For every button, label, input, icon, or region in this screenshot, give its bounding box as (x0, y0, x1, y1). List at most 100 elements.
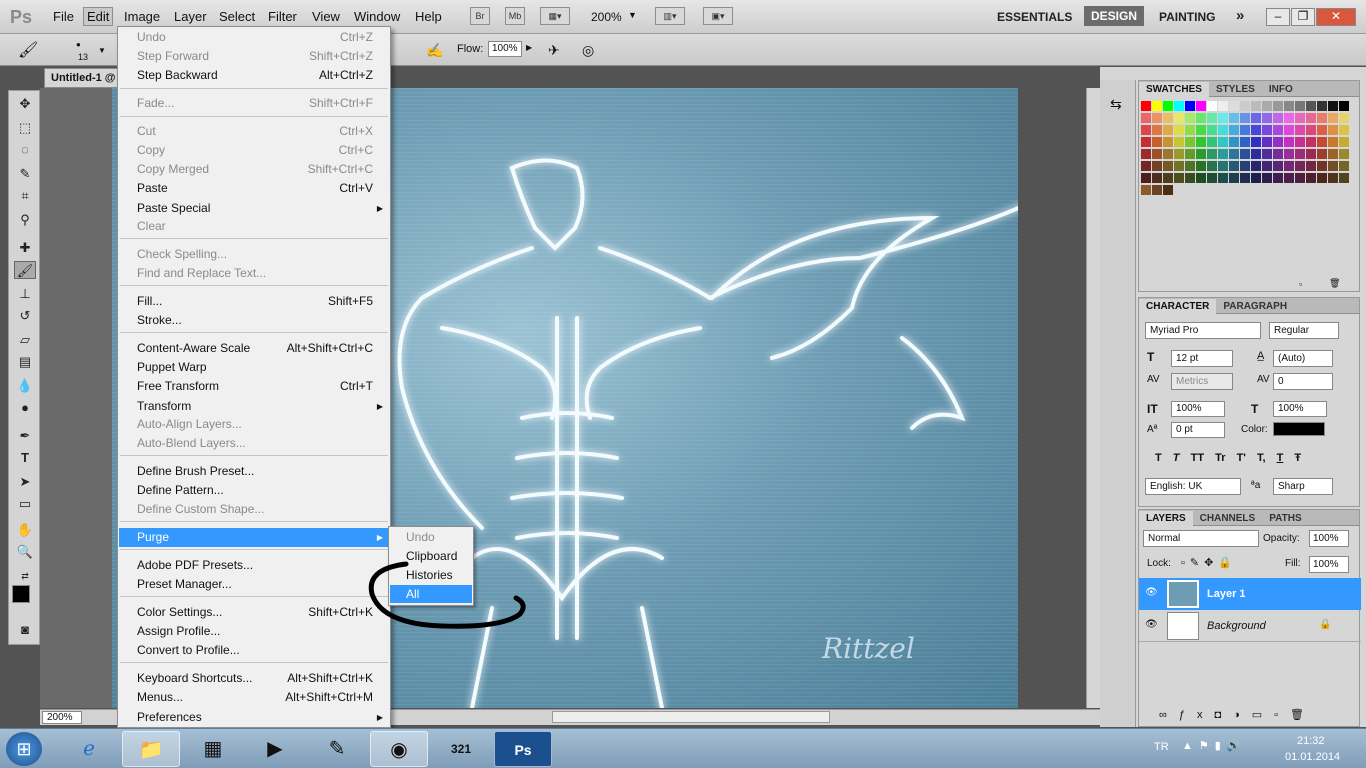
color-swatch[interactable] (1295, 173, 1305, 183)
tablet-pressure-icon[interactable]: ◎ (582, 42, 594, 59)
document-tab[interactable]: Untitled-1 @ 200% (Layer 1, RGB/8) (44, 68, 120, 88)
tab-paragraph[interactable]: PARAGRAPH (1216, 299, 1294, 314)
menu-item-define-pattern[interactable]: Define Pattern... (119, 481, 389, 500)
color-swatch[interactable] (1163, 113, 1173, 123)
color-swatch[interactable] (1218, 137, 1228, 147)
color-swatch[interactable] (1273, 161, 1283, 171)
color-swatch[interactable] (1174, 161, 1184, 171)
color-swatch[interactable] (1141, 149, 1151, 159)
color-swatch[interactable] (1141, 173, 1151, 183)
brush-size[interactable]: 13 (78, 52, 88, 62)
color-swatch[interactable] (1306, 125, 1316, 135)
color-swatch[interactable] (1262, 161, 1272, 171)
color-swatch[interactable] (1207, 113, 1217, 123)
color-swatch[interactable] (1317, 113, 1327, 123)
color-swatch[interactable] (1174, 137, 1184, 147)
close-button[interactable]: ✕ (1316, 8, 1356, 26)
color-swatch[interactable] (1339, 113, 1349, 123)
menu-layer[interactable]: Layer (174, 9, 207, 24)
color-swatch[interactable] (1328, 149, 1338, 159)
color-swatch[interactable] (1240, 113, 1250, 123)
color-swatch[interactable] (1306, 149, 1316, 159)
strikethrough-button[interactable]: Ŧ (1294, 452, 1301, 464)
color-swatch[interactable] (1339, 101, 1349, 111)
brush-tool-preset-icon[interactable]: 🖌 (18, 40, 38, 60)
font-size-input[interactable]: 12 pt (1171, 350, 1233, 367)
color-swatch[interactable] (1317, 149, 1327, 159)
color-swatch[interactable] (1229, 125, 1239, 135)
color-swatch[interactable] (1141, 113, 1151, 123)
minimize-button[interactable]: – (1266, 8, 1290, 26)
tab-info[interactable]: INFO (1262, 82, 1300, 97)
delete-swatch-icon[interactable]: 🗑 (1329, 278, 1340, 289)
move-tool-icon[interactable]: ✥ (14, 95, 36, 113)
color-swatch[interactable] (1229, 137, 1239, 147)
color-swatch[interactable] (1306, 161, 1316, 171)
swap-colors-icon[interactable]: ⇄ (14, 567, 36, 585)
clock-time[interactable]: 21:32 (1297, 735, 1325, 747)
opacity-input[interactable]: 100% (1309, 530, 1349, 547)
color-swatch[interactable] (1196, 149, 1206, 159)
color-swatch[interactable] (1218, 173, 1228, 183)
calculator-icon[interactable]: ▦ (184, 731, 242, 767)
color-swatch[interactable] (1262, 125, 1272, 135)
color-swatch[interactable] (1174, 125, 1184, 135)
tracking-select[interactable]: 0 (1273, 373, 1333, 390)
color-swatch[interactable] (1262, 149, 1272, 159)
antialias-select[interactable]: Sharp (1273, 478, 1333, 495)
color-swatch[interactable] (1240, 161, 1250, 171)
language-indicator[interactable]: TR (1154, 741, 1169, 753)
restore-button[interactable]: ❐ (1291, 8, 1315, 26)
color-swatch[interactable] (1240, 125, 1250, 135)
all-caps-button[interactable]: TT (1191, 452, 1204, 464)
chevron-down-icon[interactable]: ▼ (628, 10, 637, 20)
color-swatch[interactable] (1141, 125, 1151, 135)
menu-item-content-aware-scale[interactable]: Content-Aware Scale Alt+Shift+Ctrl+C (119, 339, 389, 358)
text-color-swatch[interactable] (1273, 422, 1325, 436)
color-swatch[interactable] (1262, 101, 1272, 111)
eye-icon[interactable]: 👁 (1145, 619, 1158, 630)
color-swatch[interactable] (1317, 125, 1327, 135)
color-swatch[interactable] (1284, 161, 1294, 171)
color-swatch[interactable] (1240, 149, 1250, 159)
color-swatch[interactable] (1207, 173, 1217, 183)
menu-item-undo[interactable]: Undo Ctrl+Z (119, 28, 389, 47)
color-swatch[interactable] (1163, 101, 1173, 111)
color-swatch[interactable] (1141, 101, 1151, 111)
color-swatch[interactable] (1339, 161, 1349, 171)
history-panel-icon[interactable]: ⇆ (1110, 96, 1122, 113)
color-swatch[interactable] (1229, 161, 1239, 171)
color-swatch[interactable] (1284, 113, 1294, 123)
color-swatch[interactable] (1196, 101, 1206, 111)
eraser-tool-icon[interactable]: ▱ (14, 331, 36, 349)
color-swatch[interactable] (1163, 161, 1173, 171)
menu-item-purge[interactable]: Purge ▶ (119, 528, 389, 547)
zoom-tool-icon[interactable]: 🔍 (14, 543, 36, 561)
tab-character[interactable]: CHARACTER (1139, 299, 1217, 314)
color-swatch[interactable] (1207, 161, 1217, 171)
color-swatch[interactable] (1273, 113, 1283, 123)
view-extras-icon[interactable]: ▦▾ (540, 7, 570, 25)
color-swatch[interactable] (1218, 149, 1228, 159)
flow-input[interactable]: 100% (488, 41, 522, 57)
menu-item-preset-manager[interactable]: Preset Manager... (119, 575, 389, 594)
media-player-icon[interactable]: ▶ (246, 731, 304, 767)
color-swatch[interactable] (1207, 149, 1217, 159)
color-swatch[interactable] (1317, 161, 1327, 171)
color-swatch[interactable] (1163, 173, 1173, 183)
font-family-select[interactable]: Myriad Pro (1145, 322, 1261, 339)
color-swatch[interactable] (1284, 125, 1294, 135)
color-swatch[interactable] (1229, 149, 1239, 159)
color-swatch[interactable] (1229, 101, 1239, 111)
horizontal-scrollbar[interactable] (552, 711, 830, 723)
menu-item-clear[interactable]: Clear (119, 217, 389, 236)
color-swatch[interactable] (1284, 101, 1294, 111)
chrome-icon[interactable]: ◉ (370, 731, 428, 767)
color-swatch[interactable] (1251, 161, 1261, 171)
color-swatch[interactable] (1328, 125, 1338, 135)
menu-item-auto-align[interactable]: Auto-Align Layers... (119, 415, 389, 434)
hand-tool-icon[interactable]: ✋ (14, 521, 36, 539)
gradient-tool-icon[interactable]: ▤ (14, 353, 36, 371)
faux-italic-button[interactable]: T (1173, 452, 1180, 464)
color-swatch[interactable] (1328, 137, 1338, 147)
